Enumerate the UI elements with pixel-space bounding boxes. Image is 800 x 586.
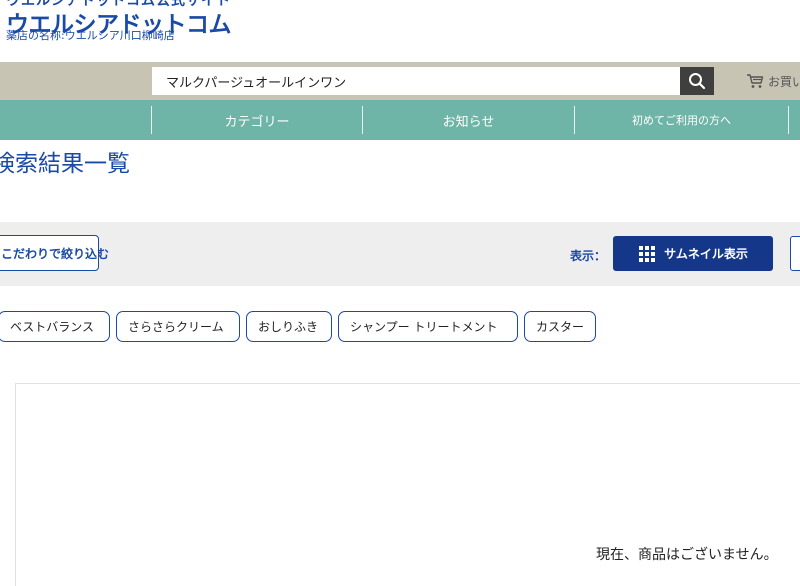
display-mode-label: 表示： bbox=[570, 249, 607, 263]
page-title: 検索結果一覧 bbox=[0, 151, 130, 177]
keyword-tag[interactable]: おしりふき bbox=[246, 311, 332, 342]
site-logo[interactable]: ウエルシアドットコム公式サイト ウエルシアドットコム 薬店の名称:ウエルシア川口… bbox=[0, 0, 300, 60]
keyword-tag[interactable]: ベストバランス bbox=[0, 311, 110, 342]
empty-results-message: 現在、商品はございません。 bbox=[596, 547, 778, 563]
filter-label: こだわりで絞り込む bbox=[1, 246, 110, 261]
filter-button[interactable]: こだわりで絞り込む bbox=[0, 235, 109, 271]
grid-icon bbox=[639, 245, 656, 262]
search-input[interactable] bbox=[152, 67, 680, 95]
page: ウエルシアドットコム公式サイト ウエルシアドットコム 薬店の名称:ウエルシア川口… bbox=[0, 0, 800, 586]
list-view-button[interactable] bbox=[790, 236, 800, 271]
nav-item-news[interactable]: お知らせ bbox=[363, 100, 574, 140]
cart-label: お買い物カゴ bbox=[768, 74, 800, 89]
thumbnail-view-label: サムネイル表示 bbox=[664, 247, 748, 261]
results-panel: 現在、商品はございません。 bbox=[15, 383, 800, 586]
suggested-keywords: ベストバランス さらさらクリーム おしりふき シャンプー トリートメント カスタ… bbox=[0, 311, 800, 342]
keyword-tag[interactable]: シャンプー トリートメント bbox=[338, 311, 518, 342]
keyword-tag[interactable]: さらさらクリーム bbox=[116, 311, 240, 342]
results-toolbar: こだわりで絞り込む 表示： サムネイル表示 bbox=[0, 222, 800, 286]
thumbnail-view-button[interactable]: サムネイル表示 bbox=[613, 236, 773, 271]
nav-item-category[interactable]: カテゴリー bbox=[152, 100, 362, 140]
keyword-tag[interactable]: カスター bbox=[524, 311, 596, 342]
logo-store-name: 薬店の名称:ウエルシア川口柳崎店 bbox=[6, 29, 175, 42]
main-nav: カテゴリー お知らせ 初めてご利用の方へ bbox=[0, 100, 800, 140]
nav-divider bbox=[788, 106, 789, 134]
nav-item-first-time[interactable]: 初めてご利用の方へ bbox=[575, 100, 788, 140]
search-button[interactable] bbox=[680, 67, 714, 95]
search-bar: お買い物カゴ bbox=[0, 62, 800, 100]
cart-link[interactable]: お買い物カゴ bbox=[746, 71, 800, 91]
search-icon bbox=[689, 73, 706, 90]
cart-icon bbox=[747, 74, 764, 88]
